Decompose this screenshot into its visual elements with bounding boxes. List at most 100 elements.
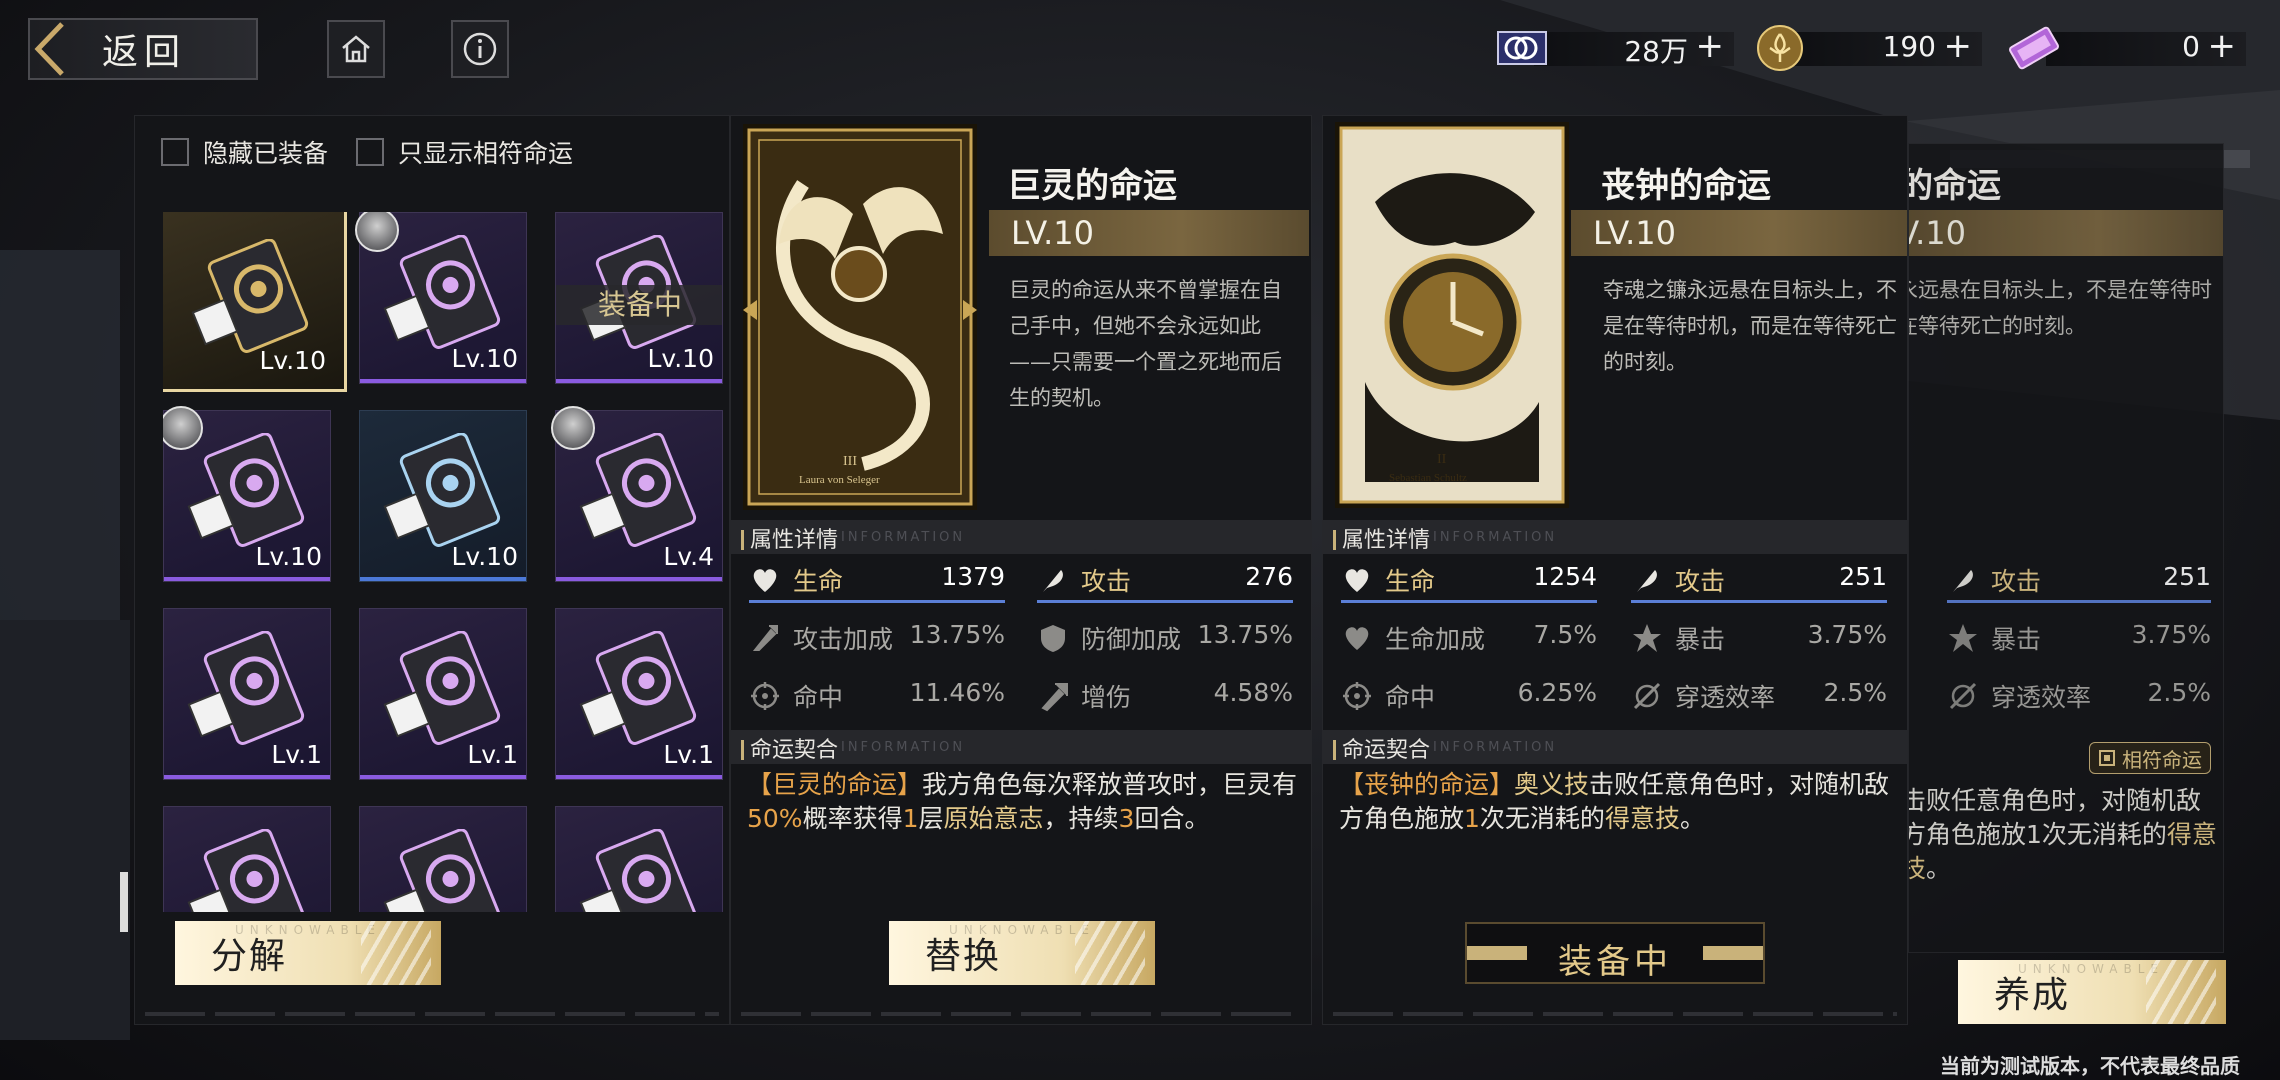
replace-button[interactable]: UNKNOWABLE 替换	[889, 921, 1155, 985]
add-tickets-button[interactable]: +	[2208, 26, 2237, 66]
credit-icon	[1494, 22, 1550, 74]
character-avatar	[551, 406, 595, 450]
knell-card-art	[1335, 122, 1569, 508]
stat-name: 防御加成	[1081, 625, 1182, 654]
fleur-coin-icon	[1752, 22, 1808, 74]
filter-only-matching[interactable]: 只显示相符命运	[356, 134, 573, 170]
home-button[interactable]	[327, 20, 385, 78]
level-bar: LV.10	[1909, 210, 2223, 256]
card-title: 丧钟的命运	[1601, 166, 1771, 206]
stat-name: 攻击加成	[793, 625, 894, 654]
attack-boost-icon	[752, 625, 778, 651]
currency-credits: 28万 +	[1494, 22, 1734, 74]
fate-card-item[interactable]: Lv.10	[359, 410, 527, 582]
stat-row: 穿透效率 2.5%	[1947, 672, 2211, 716]
add-coins-button[interactable]: +	[1944, 26, 1973, 66]
add-credits-button[interactable]: +	[1696, 26, 1725, 66]
stat-name: 命中	[1385, 683, 1436, 712]
currency-tickets: 0 +	[2006, 22, 2246, 74]
pierce-icon	[1949, 682, 1977, 710]
card-title: 巨灵的命运	[1007, 166, 1177, 206]
scrollbar[interactable]	[120, 872, 128, 932]
checkbox[interactable]	[356, 138, 385, 166]
card-level: Lv.4	[663, 542, 714, 571]
card-title: 丧钟的命运	[1908, 166, 2001, 206]
stat-value: 1254	[1533, 562, 1597, 591]
decompose-button[interactable]: UNKNOWABLE 分解	[175, 921, 441, 985]
crit-icon	[1949, 624, 1977, 652]
stat-value: 3.75%	[1807, 620, 1887, 649]
back-label: 返回	[102, 32, 187, 73]
pierce-icon	[1633, 682, 1661, 710]
damage-up-icon	[1041, 683, 1068, 712]
stat-name: 增伤	[1081, 683, 1132, 712]
stat-value: 276	[1245, 562, 1293, 591]
heart-icon	[1345, 569, 1369, 592]
stat-value: 1379	[941, 562, 1005, 591]
stat-row: 暴击 3.75%	[1631, 614, 1887, 658]
card-inventory-panel: 隐藏已装备 只显示相符命运 Lv.10 Lv.10 Lv.10 装备中 Lv.10 Lv.…	[134, 115, 730, 1025]
fate-description: 【巨灵的命运】我方角色每次释放普攻时，巨灵有50%概率获得1层原始意志，持续3回…	[747, 770, 1298, 833]
stat-row: 攻击 251	[1947, 556, 2211, 603]
card-grid: Lv.10 Lv.10 Lv.10 装备中 Lv.10 Lv.10 Lv.4 Lv.1 Lv.1…	[163, 212, 723, 912]
crosshair-icon	[751, 682, 779, 710]
stat-row: 攻击 251	[1631, 556, 1887, 603]
fate-card-item[interactable]: Lv.1	[359, 608, 527, 780]
test-version-notice: 当前为测试版本，不代表最终品质	[1940, 1054, 2240, 1078]
back-button[interactable]: 返回	[28, 18, 258, 80]
stat-value: 13.75%	[909, 620, 1005, 649]
info-icon	[463, 32, 497, 66]
stat-name: 生命加成	[1385, 625, 1486, 654]
fate-card-item[interactable]: Lv.1	[163, 608, 331, 780]
fate-card-icon	[187, 433, 305, 547]
fate-card-item[interactable]	[555, 806, 723, 912]
fate-card-item[interactable]: Lv.10 装备中	[555, 212, 723, 384]
fate-card-icon	[383, 235, 501, 349]
fate-card-item[interactable]: Lv.1	[555, 608, 723, 780]
chevron-left-icon	[30, 20, 70, 78]
stat-value: 4.58%	[1213, 678, 1293, 707]
card-detail-knell: II Sebastian Schultz 丧钟的命运 LV.10 夺魂之镰永远悬…	[1322, 115, 1908, 1025]
stat-name: 暴击	[1675, 625, 1726, 654]
stat-row: 增伤 4.58%	[1037, 672, 1293, 716]
stat-row: 命中 6.25%	[1341, 672, 1597, 716]
giant-card-art	[743, 124, 977, 510]
stat-name: 暴击	[1991, 625, 2042, 654]
quill-icon	[1953, 570, 1973, 592]
quill-icon	[1043, 570, 1063, 592]
filter-hide-equipped[interactable]: 隐藏已装备	[161, 134, 328, 170]
cultivate-button[interactable]: UNKNOWABLE 养成	[1958, 960, 2226, 1024]
card-level: Lv.10	[451, 542, 518, 571]
stat-value: 13.75%	[1197, 620, 1293, 649]
stat-row: 暴击 3.75%	[1947, 614, 2211, 658]
heart-icon	[753, 569, 777, 592]
card-level: Lv.1	[271, 740, 322, 769]
checkbox[interactable]	[161, 138, 189, 166]
home-icon	[342, 35, 370, 63]
stat-value: 2.5%	[2147, 678, 2211, 707]
stat-name: 穿透效率	[1991, 683, 2092, 712]
fate-description: 【丧钟的命运】奥义技击败任意角色时，对随机敌方角色施放1次无消耗的得意技。	[1339, 770, 1890, 833]
stat-value: 6.25%	[1517, 678, 1597, 707]
fate-card-item[interactable]	[163, 806, 331, 912]
fate-card-item[interactable]: Lv.10	[163, 212, 347, 392]
section-fate: 命运契合 INFORMATION	[731, 730, 1311, 764]
fate-card-icon	[187, 829, 305, 912]
stat-value: 251	[2163, 562, 2211, 591]
level-bar: LV.10	[1571, 210, 1907, 256]
stat-row: 生命 1254	[1341, 556, 1597, 603]
equipped-tag: 装备中	[556, 285, 722, 325]
stat-row: 命中 11.46%	[749, 672, 1005, 716]
fate-card-icon	[191, 239, 309, 353]
card-level: Lv.1	[467, 740, 518, 769]
fate-card-item[interactable]	[359, 806, 527, 912]
fate-description: 击败任意角色时，对随机敌方角色施放1次无消耗的得意技。	[1908, 786, 2217, 883]
currency-coins: 190 +	[1752, 22, 1982, 74]
crosshair-icon	[1343, 682, 1371, 710]
stat-value: 7.5%	[1533, 620, 1597, 649]
stat-value: 2.5%	[1823, 678, 1887, 707]
info-button[interactable]	[451, 20, 509, 78]
defense-boost-icon	[1041, 625, 1065, 652]
fate-card-icon	[579, 631, 697, 745]
fate-card-icon	[383, 631, 501, 745]
